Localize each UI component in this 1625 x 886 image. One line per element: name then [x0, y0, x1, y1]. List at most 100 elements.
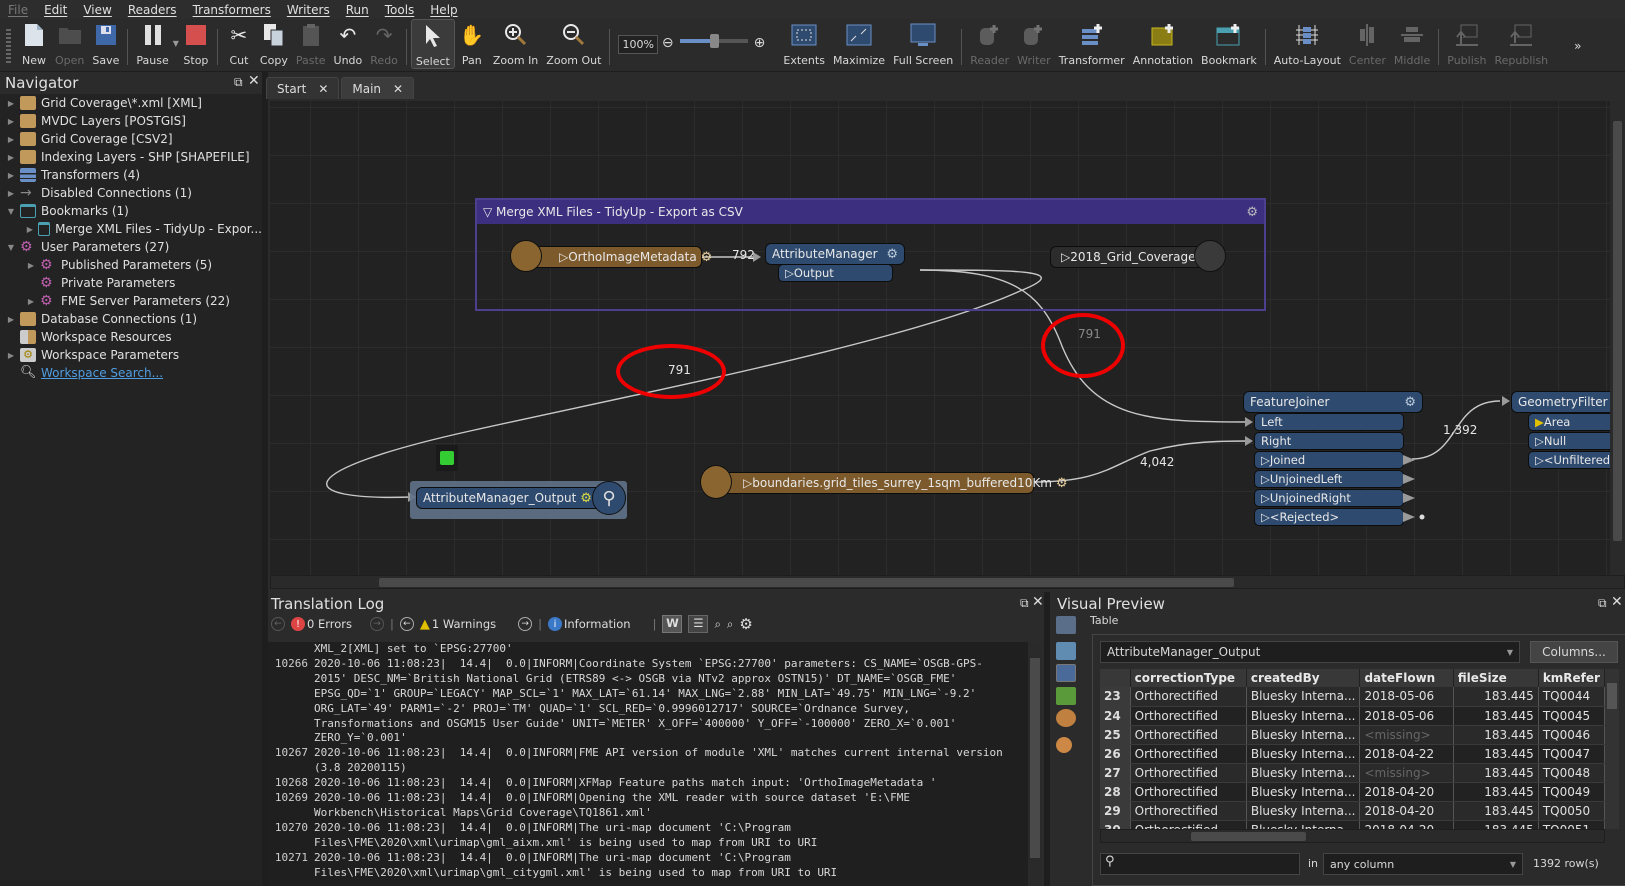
tree-item-reader-postgis[interactable]: ▶ MVDC Layers [POSTGIS] — [0, 112, 262, 130]
column-header[interactable]: dateFlown — [1359, 669, 1454, 687]
workspace-search-link[interactable]: Workspace Search... — [41, 366, 163, 380]
expand-icon[interactable]: ▶ — [6, 153, 16, 162]
expand-icon[interactable]: ▶ — [26, 225, 34, 234]
table-row[interactable]: 24 Orthorectified Bluesky Interna... 2018-0… — [1100, 706, 1605, 726]
table-cell[interactable]: Bluesky Interna... — [1246, 706, 1361, 726]
gear-icon[interactable]: ⚙ — [580, 491, 592, 506]
expand-icon[interactable]: ▶ — [6, 171, 16, 180]
table-row[interactable]: 23 Orthorectified Bluesky Interna... 2018-0… — [1100, 687, 1605, 707]
add-reader-button[interactable]: Reader — [966, 19, 1013, 69]
collapse-icon[interactable]: ▼ — [6, 207, 16, 216]
close-tab-icon[interactable]: ✕ — [318, 82, 328, 96]
previous-error-button[interactable]: ← — [271, 617, 285, 631]
bookmark-header[interactable]: ▽ Merge XML Files - TidyUp - Export as C… — [477, 200, 1264, 224]
scrollbar-thumb[interactable] — [1191, 832, 1306, 841]
gear-icon[interactable]: ⚙ — [1246, 205, 1258, 220]
row-number[interactable]: 23 — [1100, 687, 1131, 707]
expand-icon[interactable]: ▶ — [6, 117, 16, 126]
maximize-button[interactable]: Maximize — [829, 19, 889, 69]
auto-layout-button[interactable]: Auto-Layout — [1270, 19, 1345, 69]
table-cell[interactable]: TQ0046 — [1538, 725, 1605, 745]
find-icon[interactable]: ⌕ — [714, 617, 720, 632]
table-cell[interactable]: 183.445 — [1453, 744, 1539, 764]
column-header[interactable]: createdBy — [1246, 669, 1361, 687]
log-vertical-scrollbar[interactable] — [1028, 642, 1042, 886]
output-port-rejected[interactable]: ▷ <Rejected> — [1254, 508, 1404, 526]
row-number[interactable]: 25 — [1100, 725, 1131, 745]
scrollbar-thumb[interactable] — [1607, 683, 1617, 709]
table-layout-icon[interactable] — [1056, 642, 1076, 660]
graphics-view-icon[interactable] — [1056, 687, 1076, 705]
transformer-attributemanager[interactable]: AttributeManager ⚙ — [765, 243, 905, 265]
expand-icon[interactable]: ▶ — [6, 135, 16, 144]
log-settings-gear-icon[interactable]: ⚙ — [739, 615, 752, 633]
column-header[interactable]: correctionType — [1130, 669, 1247, 687]
menu-edit[interactable]: Edit — [36, 3, 75, 17]
feature-type-select[interactable]: AttributeManager_Output ▼ — [1100, 641, 1520, 663]
tree-item-reader-xml[interactable]: ▶ Grid Coverage\*.xml [XML] — [0, 94, 262, 112]
next-error-button[interactable]: → — [370, 617, 384, 631]
menu-transformers[interactable]: Transformers — [185, 3, 279, 17]
select-tool-button[interactable]: Select — [410, 19, 455, 69]
menu-view[interactable]: View — [75, 3, 119, 17]
table-cell[interactable]: Orthorectified — [1130, 763, 1247, 783]
writer-feature-type-grid-coverage[interactable]: ▷ 2018_Grid_Coverage⚙ — [1050, 246, 1211, 268]
tab-start[interactable]: Start ✕ — [266, 77, 340, 99]
middle-button[interactable]: Middle — [1390, 19, 1434, 69]
input-port-right[interactable]: Right — [1254, 432, 1404, 450]
zoom-plus-icon[interactable]: ⊕ — [754, 35, 766, 51]
undo-button[interactable]: ↶ Undo — [330, 19, 367, 69]
expand-icon[interactable]: ▶ — [6, 99, 16, 108]
table-cell[interactable]: Orthorectified — [1130, 801, 1247, 821]
log-close-button[interactable]: ✕ — [1032, 594, 1044, 610]
preview-float-button[interactable]: ⧉ — [1598, 596, 1607, 611]
paste-button[interactable]: Paste — [292, 19, 330, 69]
redo-button[interactable]: ↷ Redo — [366, 19, 402, 69]
menu-run[interactable]: Run — [338, 3, 377, 17]
reader-feature-type-ortho[interactable]: ▷ OrthoImageMetadata ⚙ — [526, 246, 712, 268]
table-cell[interactable]: Orthorectified — [1130, 725, 1247, 745]
table-cell[interactable]: TQ0051 — [1538, 820, 1605, 829]
tree-item-transformers[interactable]: ▶ Transformers (4) — [0, 166, 262, 184]
expand-icon[interactable]: ▶ — [6, 315, 16, 324]
column-header[interactable]: kmRefer — [1538, 669, 1605, 687]
tree-item-workspace-resources[interactable]: Workspace Resources — [0, 328, 262, 346]
find-next-icon[interactable]: ⌕ — [727, 617, 733, 632]
navigator-float-button[interactable]: ⧉ — [234, 75, 243, 90]
navigator-close-button[interactable]: ✕ — [248, 73, 260, 89]
table-cell[interactable]: Orthorectified — [1130, 820, 1247, 829]
toolbar-grip[interactable] — [6, 29, 11, 65]
scrollbar-thumb[interactable] — [1030, 658, 1040, 858]
menu-file[interactable]: File — [0, 3, 36, 17]
table-row[interactable]: 30OrthorectifiedBluesky Interna...2018-0… — [1100, 820, 1605, 829]
column-header[interactable]: fileSize — [1453, 669, 1539, 687]
log-text-area[interactable]: XML_2[XML] set to `EPSG:27700' 10266 2020-… — [268, 642, 1028, 886]
tree-item-private-parameters[interactable]: ⚙ Private Parameters — [0, 274, 262, 292]
collapse-icon[interactable]: ▽ — [483, 205, 496, 219]
expand-icon[interactable]: ▶ — [6, 351, 16, 360]
table-row[interactable]: 29 Orthorectified Bluesky Interna... 2018-0… — [1100, 801, 1605, 821]
tab-main[interactable]: Main ✕ — [341, 77, 415, 99]
zoom-level-field[interactable]: 100% — [618, 35, 658, 54]
table-cell[interactable]: Bluesky Interna... — [1246, 763, 1361, 783]
center-button[interactable]: Center — [1345, 19, 1390, 69]
table-row[interactable]: 28 Orthorectified Bluesky Interna... 2018-0… — [1100, 782, 1605, 802]
extents-button[interactable]: Extents — [779, 19, 829, 69]
table-cell[interactable]: 2018-04-20 — [1359, 820, 1454, 829]
columns-button[interactable]: Columns... — [1530, 641, 1618, 663]
table-cell[interactable]: Bluesky Interna... — [1246, 725, 1361, 745]
add-transformer-button[interactable]: Transformer — [1055, 19, 1129, 69]
pause-button[interactable]: Pause — [132, 19, 172, 69]
table-row[interactable]: 26 Orthorectified Bluesky Interna... 2018-0… — [1100, 744, 1605, 764]
menu-writers[interactable]: Writers — [279, 3, 338, 17]
table-view-icon[interactable] — [1056, 664, 1076, 682]
reader-feature-type-boundaries[interactable]: ▷ boundaries.grid_tiles_surrey_1sqm_buff… — [718, 472, 1068, 494]
publish-button[interactable]: Publish — [1443, 19, 1490, 69]
word-wrap-toggle[interactable]: W — [662, 615, 683, 633]
table-cell[interactable]: 183.445 — [1453, 725, 1539, 745]
log-float-button[interactable]: ⧉ — [1020, 596, 1029, 611]
republish-button[interactable]: Republish — [1490, 19, 1552, 69]
table-cell[interactable]: Bluesky Interna... — [1246, 687, 1361, 707]
workspace-canvas[interactable]: ▽ Merge XML Files - TidyUp - Export as C… — [270, 101, 1625, 575]
close-tab-icon[interactable]: ✕ — [393, 82, 403, 96]
